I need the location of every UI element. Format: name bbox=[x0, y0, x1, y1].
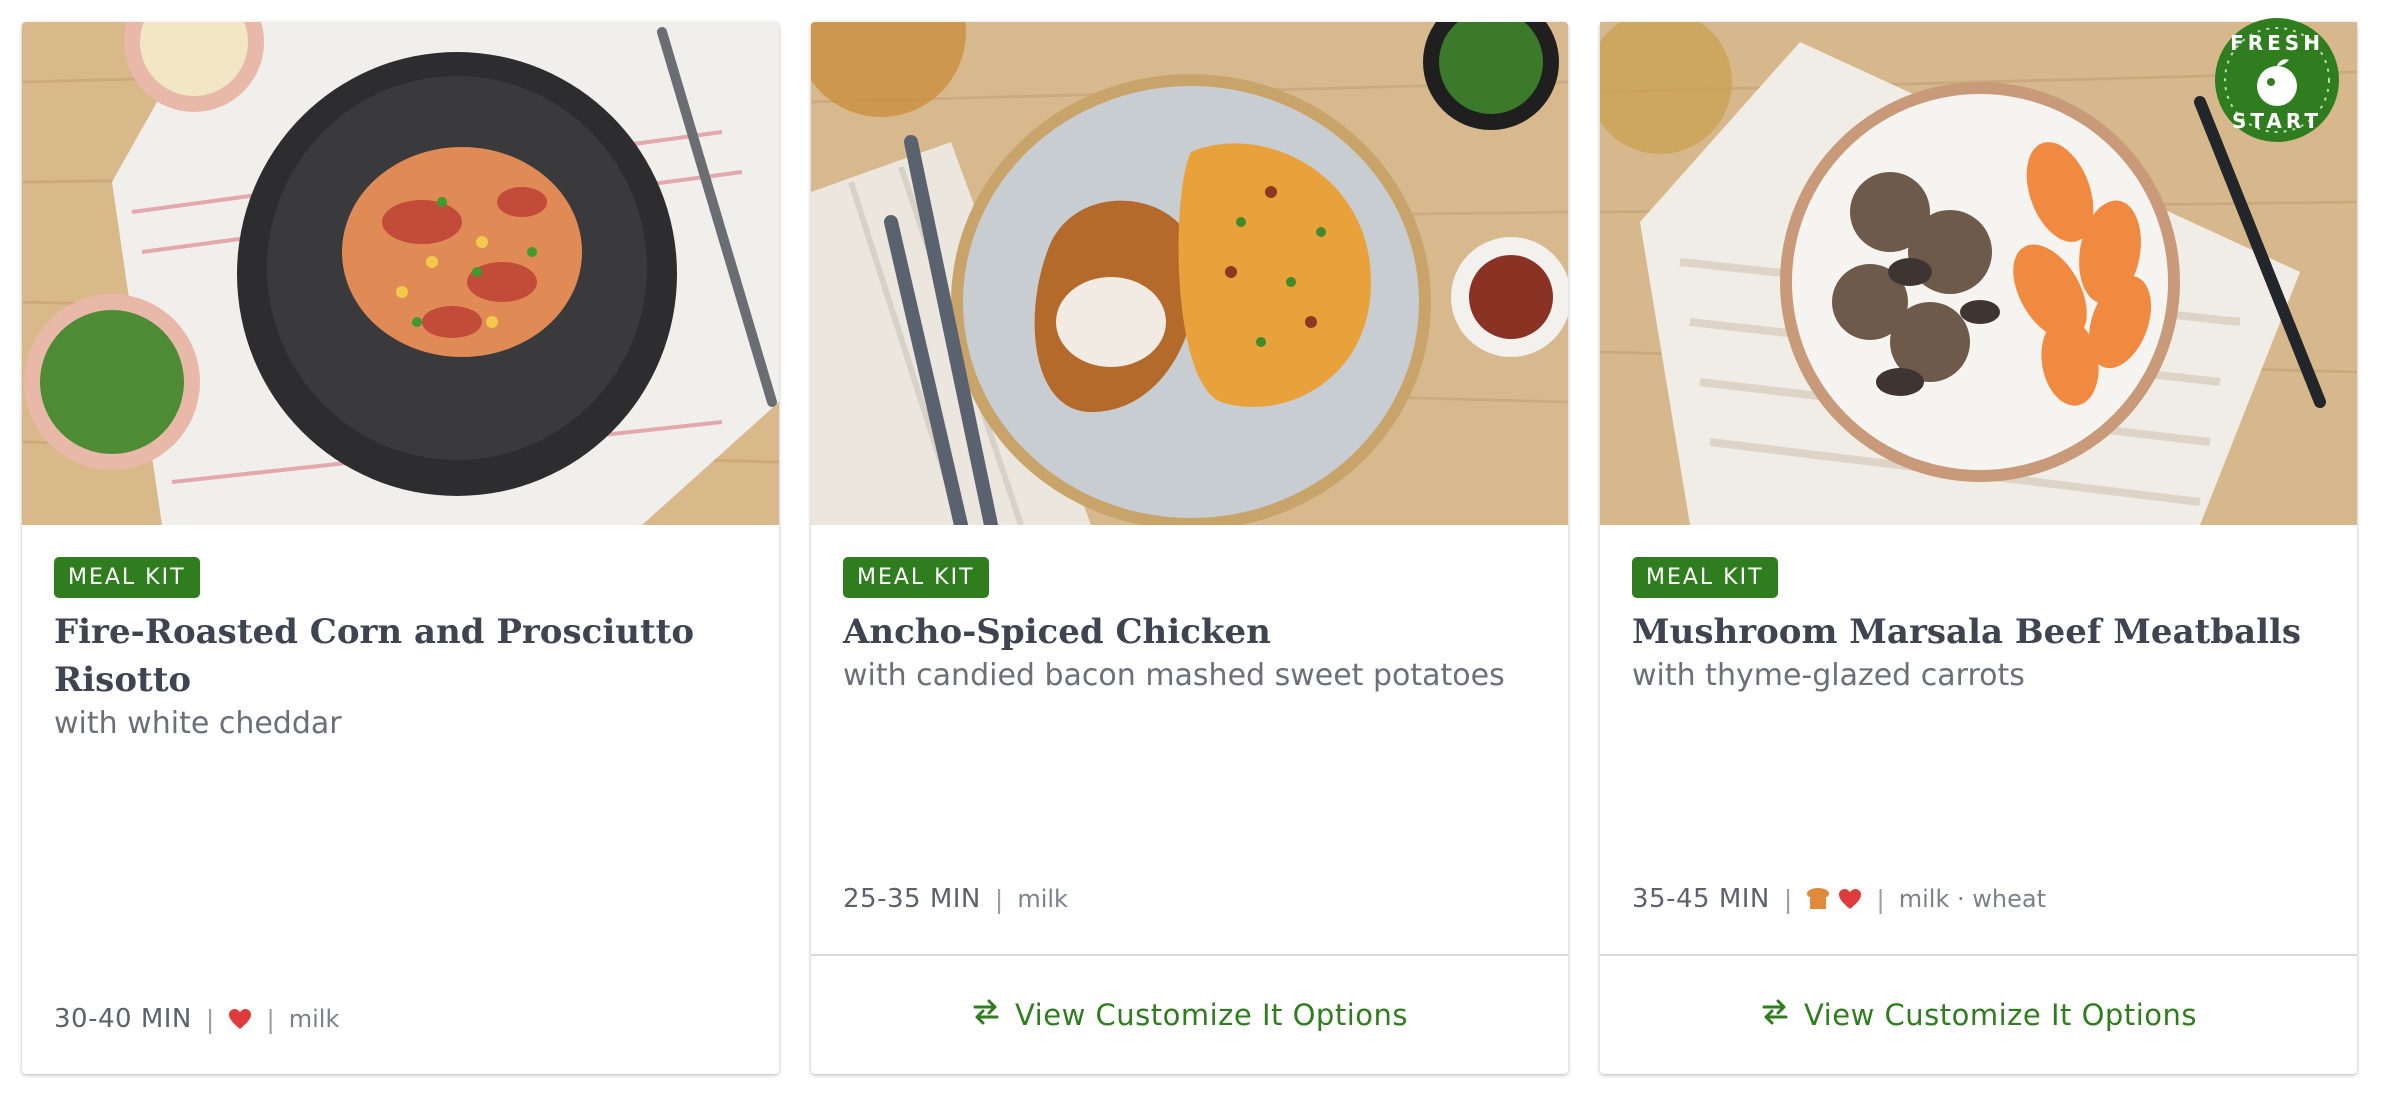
svg-text:START: START bbox=[2232, 109, 2322, 133]
meal-card-marsala-meatballs[interactable]: FRESH START MEAL KIT Mushroom Marsala Be… bbox=[1600, 18, 2357, 1074]
allergens: milk · wheat bbox=[1898, 885, 2046, 913]
svg-text:FRESH: FRESH bbox=[2230, 31, 2324, 55]
meal-photo[interactable] bbox=[22, 22, 779, 525]
meal-title[interactable]: Fire-Roasted Corn and Prosciutto Risotto bbox=[54, 608, 747, 704]
meal-card-risotto[interactable]: MEAL KIT Fire-Roasted Corn and Prosciutt… bbox=[22, 22, 779, 1074]
heart-icon bbox=[228, 1008, 252, 1030]
meal-kit-badge: MEAL KIT bbox=[54, 557, 200, 598]
meal-subtitle: with candied bacon mashed sweet potatoes bbox=[843, 658, 1505, 693]
view-customize-label: View Customize It Options bbox=[1014, 998, 1408, 1032]
view-customize-label: View Customize It Options bbox=[1803, 998, 2197, 1032]
bread-icon bbox=[1806, 887, 1830, 911]
heart-icon bbox=[1838, 888, 1862, 910]
meta-divider: | bbox=[266, 1004, 275, 1034]
meal-subtitle: with white cheddar bbox=[54, 706, 342, 741]
swap-arrows-icon bbox=[1760, 998, 1790, 1032]
meal-photo[interactable] bbox=[811, 22, 1568, 525]
allergens: milk bbox=[1017, 885, 1068, 913]
meal-title[interactable]: Mushroom Marsala Beef Meatballs bbox=[1632, 608, 2325, 656]
meta-divider: | bbox=[1783, 884, 1793, 914]
meal-card-ancho-chicken[interactable]: MEAL KIT Ancho-Spiced Chicken with candi… bbox=[811, 22, 1568, 1074]
allergens: milk bbox=[288, 1005, 340, 1033]
meal-kit-badge: MEAL KIT bbox=[843, 557, 989, 598]
cook-time: 35-45 MIN bbox=[1632, 884, 1770, 914]
cook-time: 30-40 MIN bbox=[54, 1004, 192, 1034]
meta-divider: | bbox=[994, 884, 1004, 914]
swap-arrows-icon bbox=[971, 998, 1001, 1032]
meal-subtitle: with thyme-glazed carrots bbox=[1632, 658, 2025, 693]
meal-meta: 25-35 MIN | milk bbox=[843, 884, 1068, 914]
view-customize-options-button[interactable]: View Customize It Options bbox=[1600, 954, 2357, 1074]
fresh-start-badge: FRESH START bbox=[2213, 16, 2341, 144]
view-customize-options-button[interactable]: View Customize It Options bbox=[811, 954, 1568, 1074]
meta-divider: | bbox=[205, 1004, 215, 1034]
meal-title[interactable]: Ancho-Spiced Chicken bbox=[843, 608, 1536, 656]
cook-time: 25-35 MIN bbox=[843, 884, 981, 914]
meal-meta: 35-45 MIN | | milk · wheat bbox=[1632, 884, 2046, 914]
meal-meta: 30-40 MIN | | milk bbox=[54, 1004, 339, 1034]
meta-divider: | bbox=[1876, 884, 1885, 914]
meal-kit-badge: MEAL KIT bbox=[1632, 557, 1778, 598]
